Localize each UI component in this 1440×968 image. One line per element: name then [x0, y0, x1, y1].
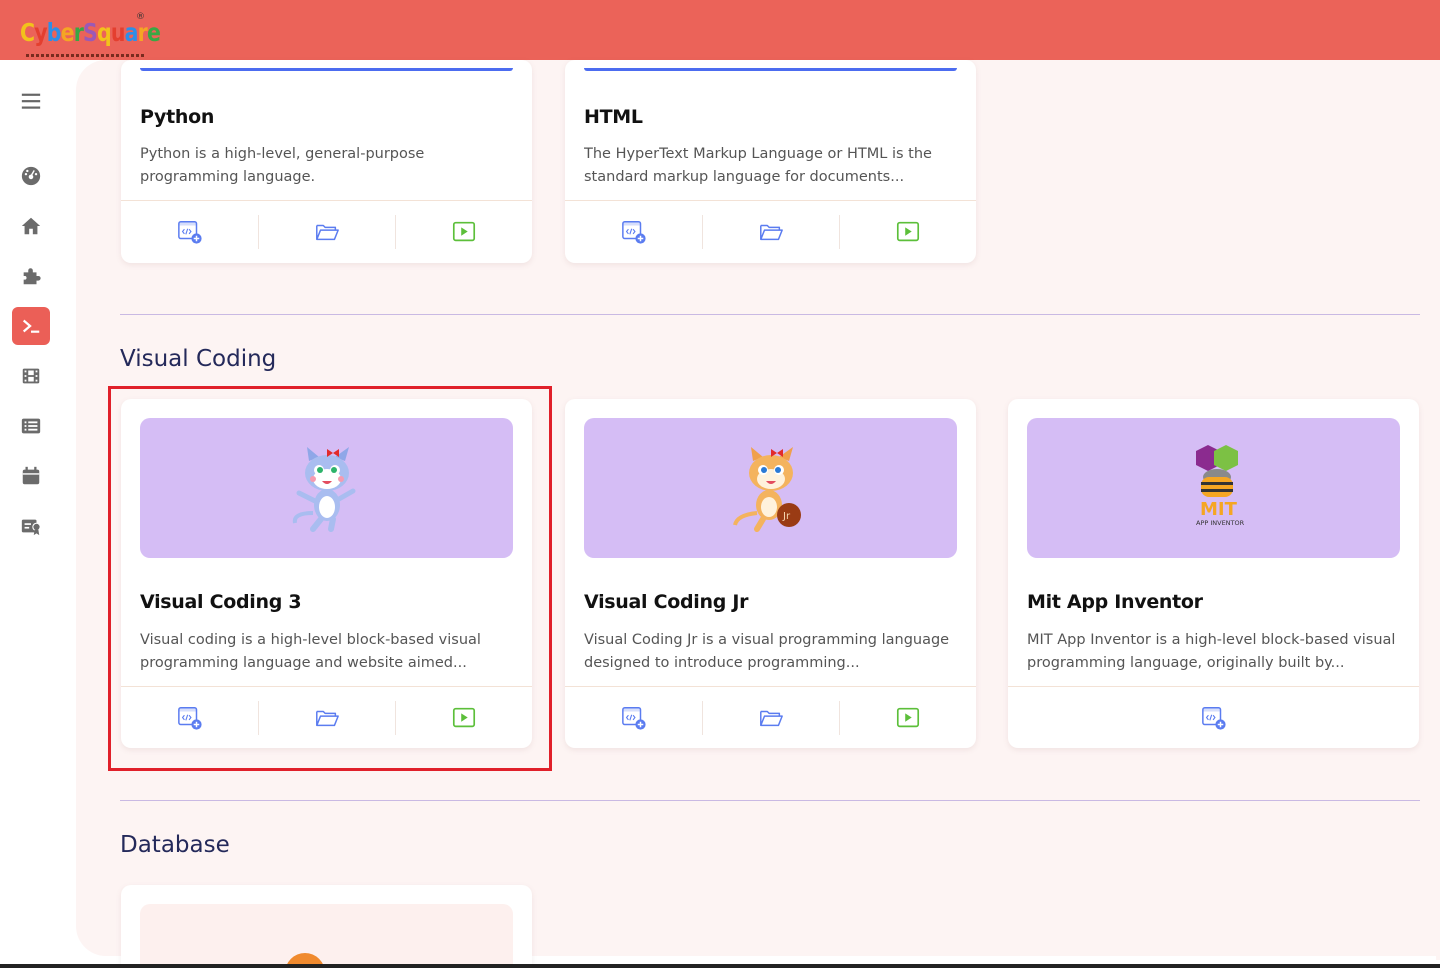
list-icon[interactable] — [12, 407, 50, 445]
new-code-icon — [621, 221, 646, 244]
selection-highlight — [108, 386, 552, 771]
thumb-edge — [584, 68, 957, 71]
logo-tagline — [26, 54, 144, 57]
card-title: Visual Coding Jr — [584, 591, 749, 613]
orange-cat-mascot-icon: Jr — [732, 447, 801, 532]
card-actions — [121, 200, 532, 263]
logo-wordmark: CyberSquare — [20, 18, 161, 47]
course-thumbnail — [140, 904, 513, 965]
section-heading-database: Database — [120, 832, 230, 858]
terminal-icon[interactable] — [12, 307, 50, 345]
home-icon[interactable] — [12, 207, 50, 245]
new-code-button[interactable] — [121, 201, 258, 263]
card-description: Python is a high-level, general-purpose … — [140, 146, 425, 185]
card-description: The HyperText Markup Language or HTML is… — [584, 146, 932, 185]
play-video-button[interactable] — [839, 201, 976, 263]
new-code-icon — [1201, 707, 1226, 730]
course-card-python[interactable]: Python Python is a high-level, general-p… — [121, 60, 532, 263]
svg-text:Jr: Jr — [782, 511, 791, 522]
card-actions — [565, 686, 976, 748]
registered-mark: ® — [136, 12, 145, 22]
section-divider — [120, 314, 1420, 315]
folder-icon — [759, 224, 783, 241]
open-folder-button[interactable] — [258, 201, 395, 263]
scroll-edge — [1436, 60, 1440, 960]
film-icon[interactable] — [12, 357, 50, 395]
window-bottom-edge — [0, 964, 1440, 968]
menu-icon[interactable] — [12, 82, 50, 120]
course-card-mit-app-inventor[interactable]: MIT APP INVENTOR Mit App Inventor MIT Ap… — [1008, 399, 1419, 748]
course-card-database[interactable] — [121, 885, 532, 965]
new-code-icon — [177, 221, 202, 244]
play-icon — [896, 221, 919, 242]
new-code-button[interactable] — [1008, 687, 1419, 748]
top-bar: CyberSquare ® — [0, 0, 1440, 60]
open-folder-button[interactable] — [702, 201, 839, 263]
card-actions — [1008, 686, 1419, 748]
course-thumbnail: MIT APP INVENTOR — [1027, 418, 1400, 558]
course-thumbnail: Jr — [584, 418, 957, 558]
section-heading-visual-coding: Visual Coding — [120, 346, 277, 372]
thumb-edge — [140, 68, 513, 71]
play-video-button[interactable] — [839, 687, 976, 748]
sidebar — [0, 60, 62, 968]
mit-logo-subtext: APP INVENTOR — [1196, 519, 1245, 527]
section-divider — [120, 800, 1420, 801]
mit-logo-text: MIT — [1200, 499, 1238, 520]
card-description: Visual Coding Jr is a visual programming… — [584, 632, 950, 671]
folder-icon — [315, 224, 339, 241]
open-folder-button[interactable] — [702, 687, 839, 748]
course-card-html[interactable]: HTML The HyperText Markup Language or HT… — [565, 60, 976, 263]
puzzle-icon[interactable] — [12, 257, 50, 295]
course-card-visual-coding-jr[interactable]: Jr Visual Coding Jr Visual Coding Jr is … — [565, 399, 976, 748]
card-title: HTML — [584, 106, 643, 128]
cybersquare-logo[interactable]: CyberSquare ® — [18, 12, 161, 58]
play-icon — [452, 221, 475, 242]
play-icon — [896, 707, 919, 728]
card-description: MIT App Inventor is a high-level block-b… — [1027, 632, 1396, 671]
new-code-button[interactable] — [565, 201, 702, 263]
card-title: Mit App Inventor — [1027, 591, 1203, 613]
new-code-button[interactable] — [565, 687, 702, 748]
play-video-button[interactable] — [395, 201, 532, 263]
certificate-icon[interactable] — [12, 507, 50, 545]
new-code-icon — [621, 707, 646, 730]
mit-app-inventor-logo-icon: MIT APP INVENTOR — [1195, 445, 1245, 527]
folder-icon — [759, 710, 783, 727]
card-title: Python — [140, 106, 215, 128]
dashboard-icon[interactable] — [12, 157, 50, 195]
calendar-icon[interactable] — [12, 457, 50, 495]
card-actions — [565, 200, 976, 263]
